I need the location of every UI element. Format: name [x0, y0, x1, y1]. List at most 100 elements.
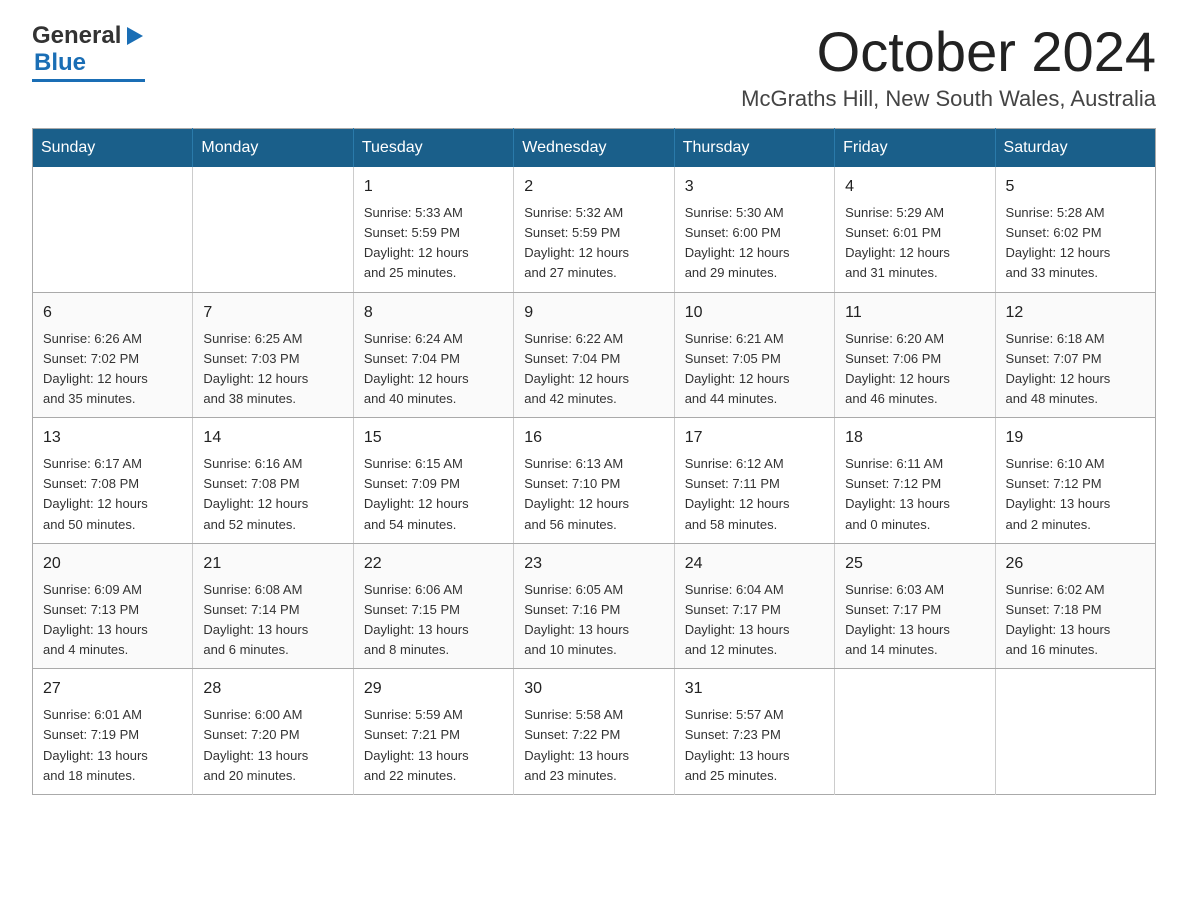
day-info: Sunrise: 6:00 AM Sunset: 7:20 PM Dayligh… [203, 705, 342, 786]
calendar-cell: 26 Sunrise: 6:02 AM Sunset: 7:18 PM Dayli… [995, 543, 1155, 669]
day-header-tuesday: Tuesday [353, 129, 513, 168]
day-number: 13 [43, 426, 182, 450]
day-info: Sunrise: 6:09 AM Sunset: 7:13 PM Dayligh… [43, 580, 182, 661]
calendar-cell: 8 Sunrise: 6:24 AM Sunset: 7:04 PM Daylig… [353, 292, 513, 418]
day-number: 30 [524, 677, 663, 701]
calendar-cell: 14 Sunrise: 6:16 AM Sunset: 7:08 PM Dayli… [193, 418, 353, 544]
calendar-cell: 13 Sunrise: 6:17 AM Sunset: 7:08 PM Dayli… [33, 418, 193, 544]
logo-blue-word: Blue [32, 49, 86, 77]
calendar-cell: 5 Sunrise: 5:28 AM Sunset: 6:02 PM Daylig… [995, 167, 1155, 292]
day-number: 10 [685, 301, 824, 325]
day-header-monday: Monday [193, 129, 353, 168]
day-info: Sunrise: 5:57 AM Sunset: 7:23 PM Dayligh… [685, 705, 824, 786]
day-number: 26 [1006, 552, 1145, 576]
day-info: Sunrise: 5:59 AM Sunset: 7:21 PM Dayligh… [364, 705, 503, 786]
calendar-cell: 12 Sunrise: 6:18 AM Sunset: 7:07 PM Dayli… [995, 292, 1155, 418]
day-number: 22 [364, 552, 503, 576]
calendar-cell: 28 Sunrise: 6:00 AM Sunset: 7:20 PM Dayli… [193, 669, 353, 795]
day-info: Sunrise: 6:05 AM Sunset: 7:16 PM Dayligh… [524, 580, 663, 661]
day-header-saturday: Saturday [995, 129, 1155, 168]
calendar-cell [33, 167, 193, 292]
day-info: Sunrise: 5:58 AM Sunset: 7:22 PM Dayligh… [524, 705, 663, 786]
day-number: 11 [845, 301, 984, 325]
calendar-header-row: SundayMondayTuesdayWednesdayThursdayFrid… [33, 129, 1156, 168]
day-info: Sunrise: 6:13 AM Sunset: 7:10 PM Dayligh… [524, 454, 663, 535]
calendar-cell: 19 Sunrise: 6:10 AM Sunset: 7:12 PM Dayli… [995, 418, 1155, 544]
day-info: Sunrise: 6:20 AM Sunset: 7:06 PM Dayligh… [845, 329, 984, 410]
calendar-cell: 3Sunrise: 5:30 AM Sunset: 6:00 PM Daylig… [674, 167, 834, 292]
day-info: Sunrise: 5:33 AM Sunset: 5:59 PM Dayligh… [364, 203, 503, 284]
day-number: 12 [1006, 301, 1145, 325]
day-header-friday: Friday [835, 129, 995, 168]
calendar-cell: 21 Sunrise: 6:08 AM Sunset: 7:14 PM Dayli… [193, 543, 353, 669]
day-number: 8 [364, 301, 503, 325]
day-info: Sunrise: 5:28 AM Sunset: 6:02 PM Dayligh… [1006, 203, 1145, 284]
calendar-cell: 6 Sunrise: 6:26 AM Sunset: 7:02 PM Daylig… [33, 292, 193, 418]
calendar-week-4: 20 Sunrise: 6:09 AM Sunset: 7:13 PM Dayli… [33, 543, 1156, 669]
calendar-cell: 16 Sunrise: 6:13 AM Sunset: 7:10 PM Dayli… [514, 418, 674, 544]
calendar-cell: 10 Sunrise: 6:21 AM Sunset: 7:05 PM Dayli… [674, 292, 834, 418]
day-number: 7 [203, 301, 342, 325]
day-info: Sunrise: 6:04 AM Sunset: 7:17 PM Dayligh… [685, 580, 824, 661]
logo-arrow-icon [123, 25, 145, 47]
day-info: Sunrise: 6:03 AM Sunset: 7:17 PM Dayligh… [845, 580, 984, 661]
day-info: Sunrise: 6:18 AM Sunset: 7:07 PM Dayligh… [1006, 329, 1145, 410]
calendar-week-3: 13 Sunrise: 6:17 AM Sunset: 7:08 PM Dayli… [33, 418, 1156, 544]
calendar-cell: 22 Sunrise: 6:06 AM Sunset: 7:15 PM Dayli… [353, 543, 513, 669]
day-number: 23 [524, 552, 663, 576]
title-section: October 2024 McGraths Hill, New South Wa… [741, 24, 1156, 112]
calendar-cell: 9Sunrise: 6:22 AM Sunset: 7:04 PM Daylig… [514, 292, 674, 418]
day-number: 27 [43, 677, 182, 701]
day-number: 31 [685, 677, 824, 701]
day-info: Sunrise: 6:01 AM Sunset: 7:19 PM Dayligh… [43, 705, 182, 786]
calendar-cell: 7Sunrise: 6:25 AM Sunset: 7:03 PM Daylig… [193, 292, 353, 418]
calendar-cell [835, 669, 995, 795]
calendar-cell: 20 Sunrise: 6:09 AM Sunset: 7:13 PM Dayli… [33, 543, 193, 669]
day-number: 28 [203, 677, 342, 701]
month-year-title: October 2024 [741, 24, 1156, 80]
day-info: Sunrise: 6:02 AM Sunset: 7:18 PM Dayligh… [1006, 580, 1145, 661]
calendar-cell: 11 Sunrise: 6:20 AM Sunset: 7:06 PM Dayli… [835, 292, 995, 418]
day-number: 2 [524, 175, 663, 199]
location-subtitle: McGraths Hill, New South Wales, Australi… [741, 86, 1156, 112]
day-info: Sunrise: 6:11 AM Sunset: 7:12 PM Dayligh… [845, 454, 984, 535]
day-info: Sunrise: 5:29 AM Sunset: 6:01 PM Dayligh… [845, 203, 984, 284]
day-number: 6 [43, 301, 182, 325]
calendar-cell [193, 167, 353, 292]
day-number: 1 [364, 175, 503, 199]
day-info: Sunrise: 5:32 AM Sunset: 5:59 PM Dayligh… [524, 203, 663, 284]
day-number: 21 [203, 552, 342, 576]
day-info: Sunrise: 6:10 AM Sunset: 7:12 PM Dayligh… [1006, 454, 1145, 535]
calendar-cell: 17Sunrise: 6:12 AM Sunset: 7:11 PM Dayli… [674, 418, 834, 544]
calendar-week-1: 1 Sunrise: 5:33 AM Sunset: 5:59 PM Daylig… [33, 167, 1156, 292]
calendar-week-5: 27 Sunrise: 6:01 AM Sunset: 7:19 PM Dayli… [33, 669, 1156, 795]
calendar-cell [995, 669, 1155, 795]
day-number: 29 [364, 677, 503, 701]
day-info: Sunrise: 6:16 AM Sunset: 7:08 PM Dayligh… [203, 454, 342, 535]
day-number: 5 [1006, 175, 1145, 199]
day-header-wednesday: Wednesday [514, 129, 674, 168]
calendar-cell: 27 Sunrise: 6:01 AM Sunset: 7:19 PM Dayli… [33, 669, 193, 795]
page-header: General Blue October 2024 McGraths Hill,… [32, 24, 1156, 112]
day-info: Sunrise: 6:21 AM Sunset: 7:05 PM Dayligh… [685, 329, 824, 410]
day-header-sunday: Sunday [33, 129, 193, 168]
day-info: Sunrise: 6:06 AM Sunset: 7:15 PM Dayligh… [364, 580, 503, 661]
day-info: Sunrise: 6:22 AM Sunset: 7:04 PM Dayligh… [524, 329, 663, 410]
calendar-cell: 15Sunrise: 6:15 AM Sunset: 7:09 PM Dayli… [353, 418, 513, 544]
day-info: Sunrise: 5:30 AM Sunset: 6:00 PM Dayligh… [685, 203, 824, 284]
day-number: 16 [524, 426, 663, 450]
calendar-cell: 31 Sunrise: 5:57 AM Sunset: 7:23 PM Dayli… [674, 669, 834, 795]
day-number: 20 [43, 552, 182, 576]
calendar-cell: 29 Sunrise: 5:59 AM Sunset: 7:21 PM Dayli… [353, 669, 513, 795]
day-info: Sunrise: 6:26 AM Sunset: 7:02 PM Dayligh… [43, 329, 182, 410]
day-number: 14 [203, 426, 342, 450]
day-number: 15 [364, 426, 503, 450]
calendar-cell: 25Sunrise: 6:03 AM Sunset: 7:17 PM Dayli… [835, 543, 995, 669]
day-info: Sunrise: 6:17 AM Sunset: 7:08 PM Dayligh… [43, 454, 182, 535]
calendar-cell: 2 Sunrise: 5:32 AM Sunset: 5:59 PM Daylig… [514, 167, 674, 292]
calendar-table: SundayMondayTuesdayWednesdayThursdayFrid… [32, 128, 1156, 795]
day-number: 19 [1006, 426, 1145, 450]
calendar-cell: 18Sunrise: 6:11 AM Sunset: 7:12 PM Dayli… [835, 418, 995, 544]
day-info: Sunrise: 6:24 AM Sunset: 7:04 PM Dayligh… [364, 329, 503, 410]
day-info: Sunrise: 6:08 AM Sunset: 7:14 PM Dayligh… [203, 580, 342, 661]
